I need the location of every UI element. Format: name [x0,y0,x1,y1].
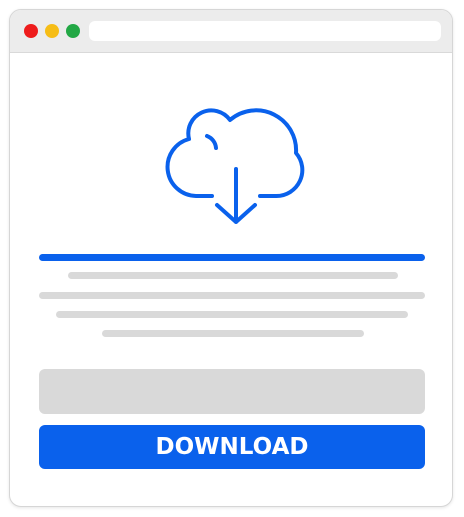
maximize-dot[interactable] [66,24,80,38]
address-bar[interactable] [89,21,441,41]
minimize-dot[interactable] [45,24,59,38]
cloud-inner-curve [205,134,218,150]
cloud-download-icon [165,108,305,224]
progress-bar [39,254,425,261]
close-dot[interactable] [24,24,38,38]
text-placeholder-line [56,311,408,318]
download-arrow [215,167,257,224]
input-placeholder[interactable] [39,369,425,414]
text-placeholder-line [39,292,425,299]
text-placeholder-line [102,330,364,337]
browser-window: DOWNLOAD [9,9,453,507]
download-button[interactable]: DOWNLOAD [39,425,425,469]
title-bar [10,10,452,53]
text-placeholder-line [68,272,398,279]
